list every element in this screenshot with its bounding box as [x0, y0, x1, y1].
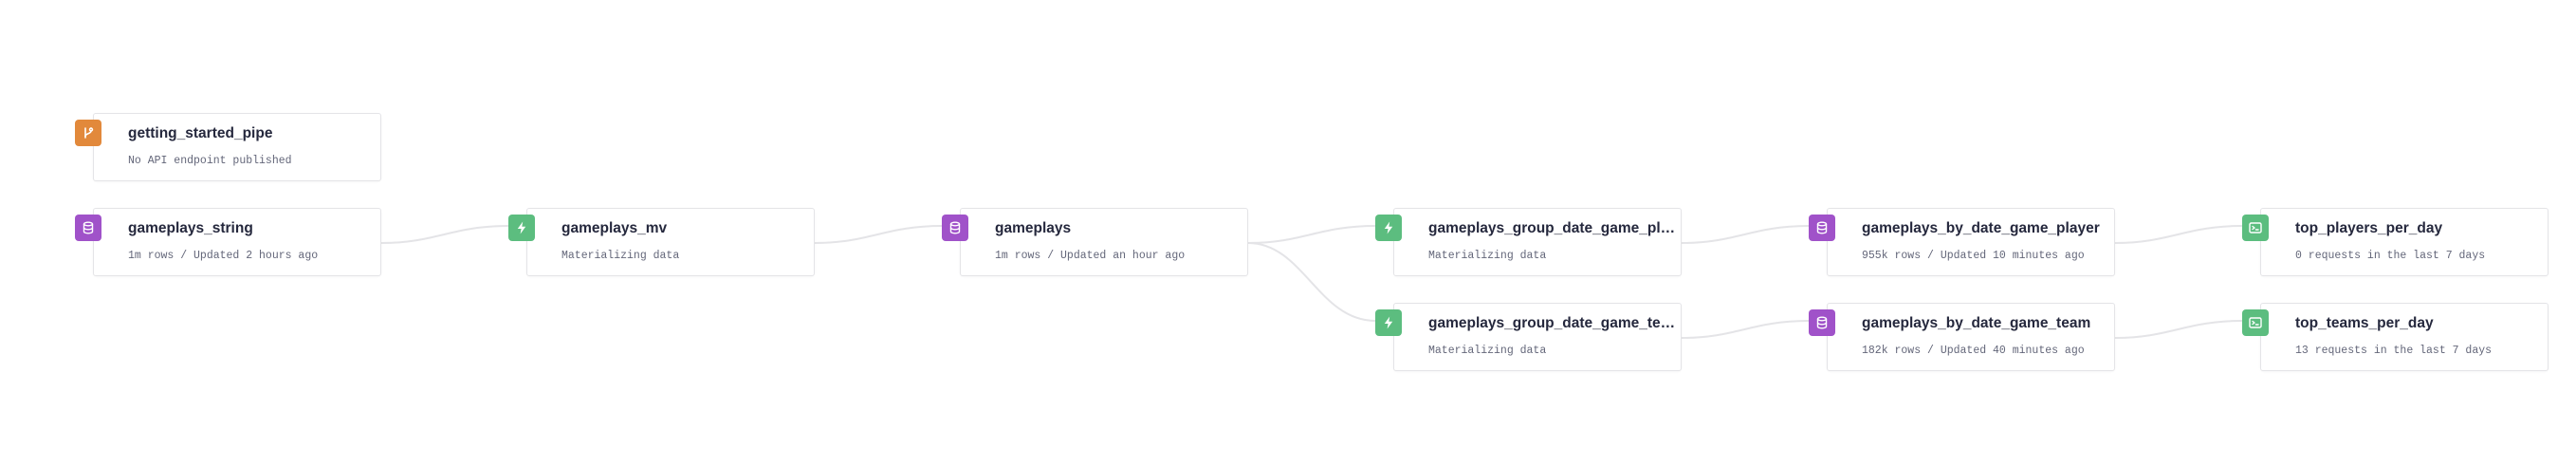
- edge-gameplays-to-group-date-game-player: [1247, 225, 1376, 244]
- node-gameplays-group-date-game-team: gameplays_group_date_game_team_m... Mate…: [1375, 303, 1682, 371]
- node-card[interactable]: gameplays_mv Materializing data: [526, 208, 815, 276]
- node-gameplays-mv: gameplays_mv Materializing data: [508, 208, 815, 276]
- node-card[interactable]: gameplays_group_date_game_player... Mate…: [1393, 208, 1682, 276]
- edge-by-date-team-to-top-teams: [2114, 320, 2243, 339]
- edge-group-player-to-by-date-game-player: [1681, 225, 1810, 244]
- edge-by-date-player-to-top-players: [2114, 225, 2243, 244]
- node-getting-started-pipe: getting_started_pipe No API endpoint pub…: [75, 113, 381, 181]
- node-subtitle: Materializing data: [1428, 345, 1547, 357]
- node-title: getting_started_pipe: [128, 125, 273, 141]
- node-title: top_players_per_day: [2295, 220, 2443, 236]
- node-card[interactable]: gameplays_by_date_game_team 182k rows / …: [1827, 303, 2115, 371]
- node-title: gameplays_group_date_game_team_m...: [1428, 315, 1677, 331]
- data-flow-canvas: getting_started_pipe No API endpoint pub…: [0, 0, 2576, 467]
- edge-layer: [380, 225, 2243, 339]
- node-card[interactable]: getting_started_pipe No API endpoint pub…: [93, 113, 381, 181]
- endpoint-terminal-icon[interactable]: [2242, 309, 2269, 336]
- node-card[interactable]: gameplays_group_date_game_team_m... Mate…: [1393, 303, 1682, 371]
- edge-gameplays-to-group-date-game-team: [1247, 242, 1376, 322]
- node-title: gameplays_group_date_game_player...: [1428, 220, 1677, 236]
- node-card[interactable]: top_players_per_day 0 requests in the la…: [2260, 208, 2548, 276]
- node-card[interactable]: gameplays 1m rows / Updated an hour ago: [960, 208, 1248, 276]
- datasource-database-icon[interactable]: [942, 215, 968, 241]
- node-gameplays-group-date-game-player: gameplays_group_date_game_player... Mate…: [1375, 208, 1682, 276]
- materialized-lightning-icon[interactable]: [1375, 309, 1402, 336]
- node-gameplays-by-date-game-team: gameplays_by_date_game_team 182k rows / …: [1809, 303, 2115, 371]
- node-card[interactable]: gameplays_by_date_game_player 955k rows …: [1827, 208, 2115, 276]
- node-subtitle: Materializing data: [1428, 250, 1547, 262]
- node-gameplays-string: gameplays_string 1m rows / Updated 2 hou…: [75, 208, 381, 276]
- node-subtitle: Materializing data: [561, 250, 680, 262]
- node-card[interactable]: top_teams_per_day 13 requests in the las…: [2260, 303, 2548, 371]
- node-title: gameplays_by_date_game_team: [1862, 315, 2091, 331]
- edge-gameplays-mv-to-gameplays: [814, 225, 943, 244]
- node-gameplays: gameplays 1m rows / Updated an hour ago: [942, 208, 1248, 276]
- node-subtitle: 0 requests in the last 7 days: [2295, 250, 2486, 262]
- node-title: gameplays_mv: [561, 220, 668, 236]
- node-subtitle: 1m rows / Updated an hour ago: [995, 250, 1186, 262]
- node-title: gameplays: [995, 220, 1072, 236]
- datasource-database-icon[interactable]: [1809, 215, 1835, 241]
- node-subtitle: 182k rows / Updated 40 minutes ago: [1862, 345, 2085, 357]
- datasource-database-icon[interactable]: [1809, 309, 1835, 336]
- node-subtitle: 955k rows / Updated 10 minutes ago: [1862, 250, 2085, 262]
- node-title: gameplays_by_date_game_player: [1862, 220, 2100, 236]
- node-subtitle: 13 requests in the last 7 days: [2295, 345, 2493, 357]
- pipe-branch-icon[interactable]: [75, 120, 101, 146]
- node-title: gameplays_string: [128, 220, 253, 236]
- node-card[interactable]: gameplays_string 1m rows / Updated 2 hou…: [93, 208, 381, 276]
- materialized-lightning-icon[interactable]: [508, 215, 535, 241]
- endpoint-terminal-icon[interactable]: [2242, 215, 2269, 241]
- materialized-lightning-icon[interactable]: [1375, 215, 1402, 241]
- datasource-database-icon[interactable]: [75, 215, 101, 241]
- node-gameplays-by-date-game-player: gameplays_by_date_game_player 955k rows …: [1809, 208, 2115, 276]
- edge-group-team-to-by-date-game-team: [1681, 320, 1810, 339]
- node-subtitle: No API endpoint published: [128, 155, 292, 167]
- edge-gameplays-string-to-gameplays-mv: [380, 225, 509, 244]
- node-top-players-per-day: top_players_per_day 0 requests in the la…: [2242, 208, 2548, 276]
- node-top-teams-per-day: top_teams_per_day 13 requests in the las…: [2242, 303, 2548, 371]
- node-title: top_teams_per_day: [2295, 315, 2434, 331]
- node-subtitle: 1m rows / Updated 2 hours ago: [128, 250, 319, 262]
